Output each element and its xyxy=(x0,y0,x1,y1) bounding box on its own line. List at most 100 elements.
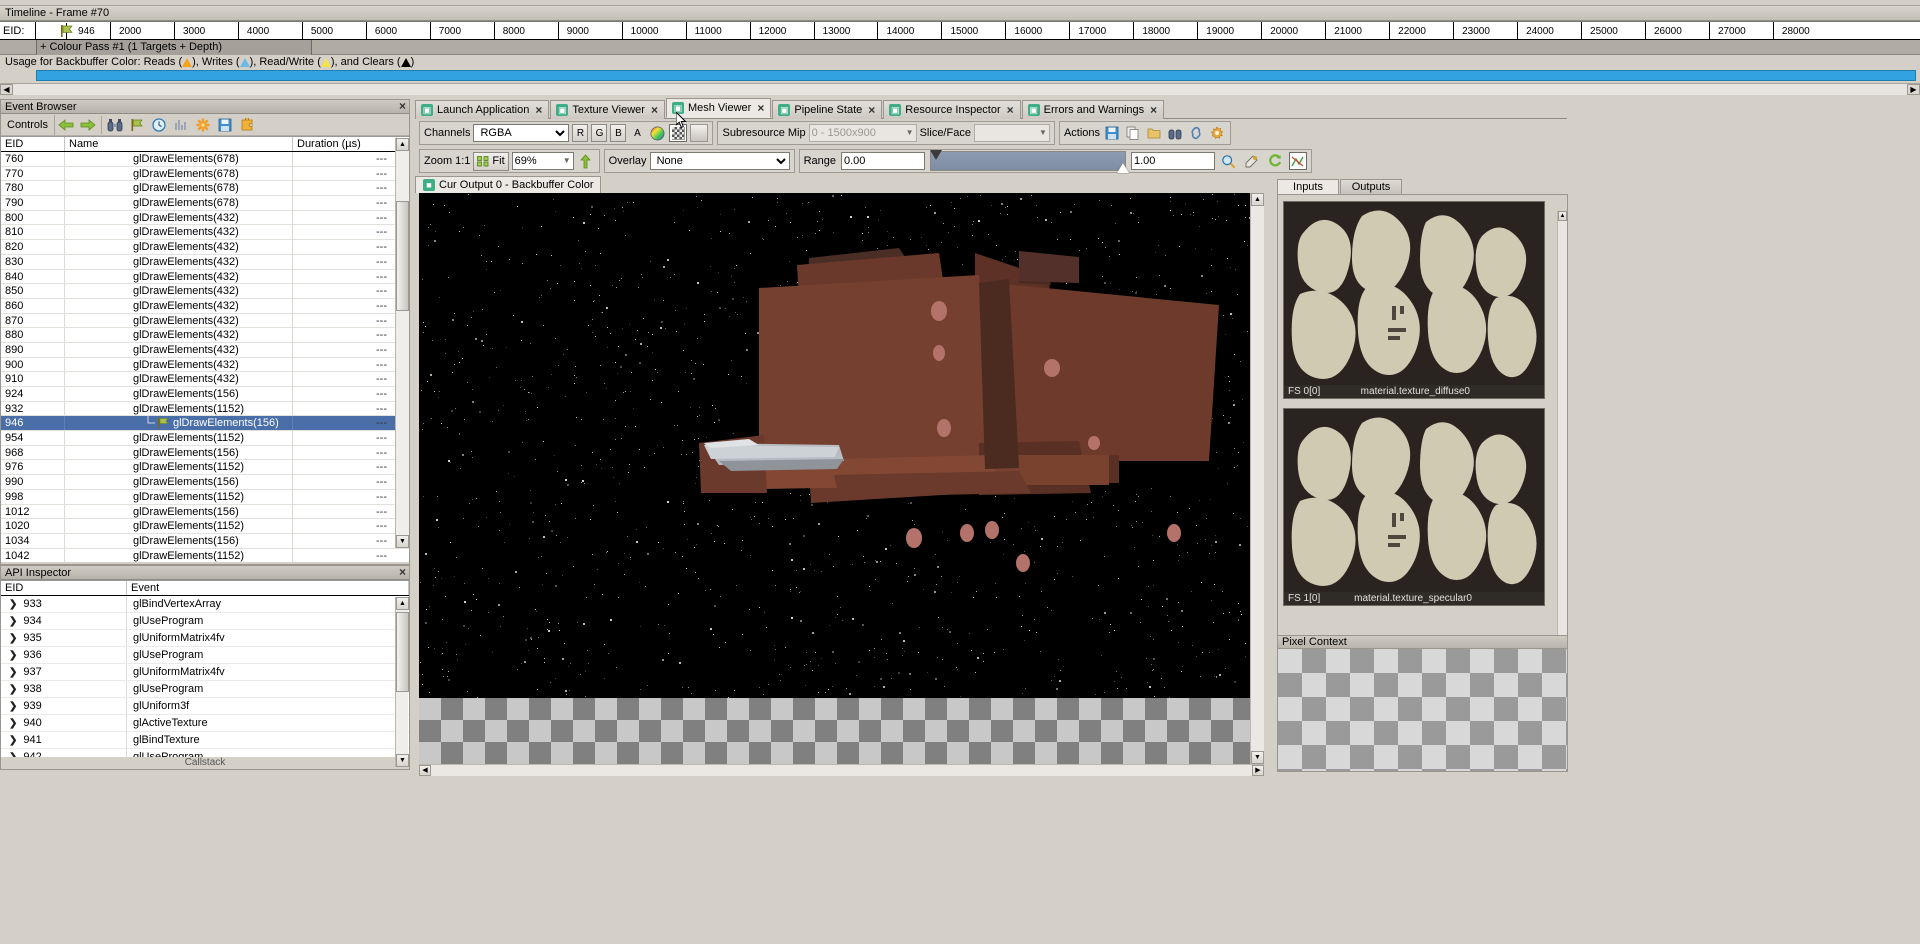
timeline-scroll-left-icon[interactable]: ◀ xyxy=(0,84,13,95)
close-icon[interactable]: × xyxy=(535,103,542,117)
close-icon[interactable]: × xyxy=(399,565,406,579)
table-row[interactable]: 900 glDrawElements(432) --- xyxy=(1,357,409,373)
table-row[interactable]: 990 glDrawElements(156) --- xyxy=(1,475,409,490)
list-item[interactable]: ❯ 935 glUniformMatrix4fv xyxy=(1,630,409,647)
table-row[interactable]: 998 glDrawElements(1152) --- xyxy=(1,489,409,505)
timeline-hscrollbar[interactable]: ◀ ▶ xyxy=(0,83,1920,95)
scrollbar-thumb[interactable] xyxy=(396,612,409,692)
table-row[interactable]: 1034 glDrawElements(156) --- xyxy=(1,533,409,549)
table-row[interactable]: 810 glDrawElements(432) --- xyxy=(1,225,409,241)
cur-output-subtab[interactable]: ■ Cur Output 0 - Backbuffer Color xyxy=(415,176,602,193)
chevron-right-icon[interactable]: ❯ xyxy=(9,699,17,715)
table-row[interactable]: 830 glDrawElements(432) --- xyxy=(1,254,409,270)
channel-a-button[interactable]: A xyxy=(629,124,645,142)
forward-arrow-icon[interactable] xyxy=(77,115,99,135)
table-row[interactable]: 954 glDrawElements(1152) --- xyxy=(1,431,409,446)
api-inspector-vscrollbar[interactable]: ▲ ▼ xyxy=(395,597,409,767)
thumbnail-card[interactable]: FS 0[0] material.texture_diffuse0 xyxy=(1283,201,1545,399)
table-row[interactable]: 924 glDrawElements(156) --- xyxy=(1,387,409,402)
table-row[interactable]: 790 glDrawElements(678) --- xyxy=(1,196,409,211)
puzzle-piece-icon[interactable] xyxy=(236,115,258,135)
list-item[interactable]: ❯ 937 glUniformMatrix4fv xyxy=(1,664,409,681)
close-icon[interactable]: × xyxy=(651,103,658,117)
table-row[interactable]: 968 glDrawElements(156) --- xyxy=(1,445,409,461)
table-row[interactable]: 976 glDrawElements(1152) --- xyxy=(1,460,409,476)
tab-launch-application[interactable]: ▣ Launch Application × xyxy=(415,100,550,119)
render-vscrollbar[interactable]: ▲ ▼ xyxy=(1250,193,1264,764)
zoom-fit-button[interactable]: Fit xyxy=(473,151,509,171)
table-row[interactable]: 932 glDrawElements(1152) --- xyxy=(1,401,409,417)
list-item[interactable]: ❯ 941 glBindTexture xyxy=(1,732,409,749)
close-icon[interactable]: × xyxy=(1007,103,1014,117)
col-eid[interactable]: EID xyxy=(1,581,127,595)
checkerboard-background-icon[interactable] xyxy=(669,124,688,142)
table-row[interactable]: 770 glDrawElements(678) --- xyxy=(1,166,409,182)
table-row[interactable]: 890 glDrawElements(432) --- xyxy=(1,342,409,358)
find-binoculars-icon[interactable] xyxy=(104,115,126,135)
close-icon[interactable]: × xyxy=(399,99,406,113)
table-row[interactable]: 760 glDrawElements(678) --- xyxy=(1,152,409,167)
table-row[interactable]: 840 glDrawElements(432) --- xyxy=(1,269,409,285)
table-row[interactable]: 946 glDrawElements(156) --- xyxy=(1,416,409,432)
col-eid[interactable]: EID xyxy=(1,137,65,151)
list-item[interactable]: ❯ 933 glBindVertexArray xyxy=(1,596,409,613)
table-row[interactable]: 850 glDrawElements(432) --- xyxy=(1,284,409,299)
chevron-right-icon[interactable]: ❯ xyxy=(9,665,17,681)
scroll-up-icon[interactable]: ▲ xyxy=(396,597,409,610)
gradient-background-icon[interactable] xyxy=(690,124,709,142)
settings-gear-icon[interactable] xyxy=(1208,124,1226,142)
chevron-right-icon[interactable]: ❯ xyxy=(9,597,17,613)
link-icon[interactable] xyxy=(1187,124,1205,142)
asterisk-icon[interactable] xyxy=(192,115,214,135)
zoom-range-icon[interactable] xyxy=(1220,152,1238,170)
api-inspector-rows[interactable]: ❯ 933 glBindVertexArray ❯ 934 glUseProgram ❯ 93… xyxy=(1,596,409,766)
chevron-right-icon[interactable]: ❯ xyxy=(9,631,17,647)
list-item[interactable]: ❯ 939 glUniform3f xyxy=(1,698,409,715)
io-panel-vscrollbar[interactable]: ▲ ▼ xyxy=(1557,211,1567,661)
save-texture-icon[interactable] xyxy=(1103,124,1121,142)
zoom-percent-select[interactable]: 69% ▼ xyxy=(511,152,574,170)
col-event[interactable]: Event xyxy=(127,581,409,595)
channel-r-button[interactable]: R xyxy=(572,124,589,142)
chevron-right-icon[interactable]: ❯ xyxy=(9,614,17,630)
range-max-input[interactable] xyxy=(1130,152,1215,170)
eyedropper-icon[interactable] xyxy=(1243,152,1261,170)
table-row[interactable]: 1012 glDrawElements(156) --- xyxy=(1,504,409,520)
chevron-right-icon[interactable]: ❯ xyxy=(9,716,17,732)
copy-icon[interactable] xyxy=(1124,124,1142,142)
reset-range-icon[interactable] xyxy=(1266,152,1284,170)
scrollbar-thumb[interactable] xyxy=(396,201,409,311)
chevron-right-icon[interactable]: ❯ xyxy=(9,733,17,749)
channel-g-button[interactable]: G xyxy=(591,124,608,142)
range-slider[interactable] xyxy=(929,150,1129,173)
overlay-select[interactable]: None xyxy=(649,152,790,170)
pixel-context-body[interactable] xyxy=(1277,649,1568,772)
table-row[interactable]: 910 glDrawElements(432) --- xyxy=(1,372,409,387)
thumbnail-card[interactable]: FS 1[0] material.texture_specular0 xyxy=(1283,408,1545,606)
scroll-down-icon[interactable]: ▼ xyxy=(396,754,409,767)
bookmark-flag-icon[interactable] xyxy=(126,115,148,135)
render-viewport[interactable] xyxy=(419,193,1264,698)
view-texture-icon[interactable] xyxy=(1166,124,1184,142)
table-row[interactable]: 1020 glDrawElements(1152) --- xyxy=(1,519,409,534)
flip-y-icon[interactable] xyxy=(577,152,595,170)
tab-resource-inspector[interactable]: ▣ Resource Inspector × xyxy=(883,100,1021,119)
table-row[interactable]: 860 glDrawElements(432) --- xyxy=(1,298,409,314)
table-row[interactable]: 880 glDrawElements(432) --- xyxy=(1,328,409,343)
scroll-down-icon[interactable]: ▼ xyxy=(396,535,409,548)
timing-clock-icon[interactable] xyxy=(148,115,170,135)
chevron-right-icon[interactable]: ❯ xyxy=(9,648,17,664)
back-arrow-icon[interactable] xyxy=(55,115,77,135)
bar-chart-icon[interactable] xyxy=(170,115,192,135)
timeline-ruler[interactable]: EID: 2000 3000 4000 5000 6000 7000 8000 9000 100… xyxy=(0,21,1920,40)
list-item[interactable]: ❯ 938 glUseProgram xyxy=(1,681,409,698)
table-row[interactable]: 820 glDrawElements(432) --- xyxy=(1,240,409,255)
timeline-scroll-right-icon[interactable]: ▶ xyxy=(1907,84,1920,95)
tab-outputs[interactable]: Outputs xyxy=(1340,179,1402,194)
sliceface-select[interactable]: ▼ xyxy=(973,124,1050,142)
table-row[interactable]: 1042 glDrawElements(1152) --- xyxy=(1,548,409,562)
channels-select[interactable]: RGBA xyxy=(473,124,570,142)
tab-errors-and-warnings[interactable]: ▣ Errors and Warnings × xyxy=(1021,100,1165,119)
scroll-left-icon[interactable]: ◀ xyxy=(419,765,431,776)
event-browser-vscrollbar[interactable]: ▲ ▼ xyxy=(395,138,409,548)
